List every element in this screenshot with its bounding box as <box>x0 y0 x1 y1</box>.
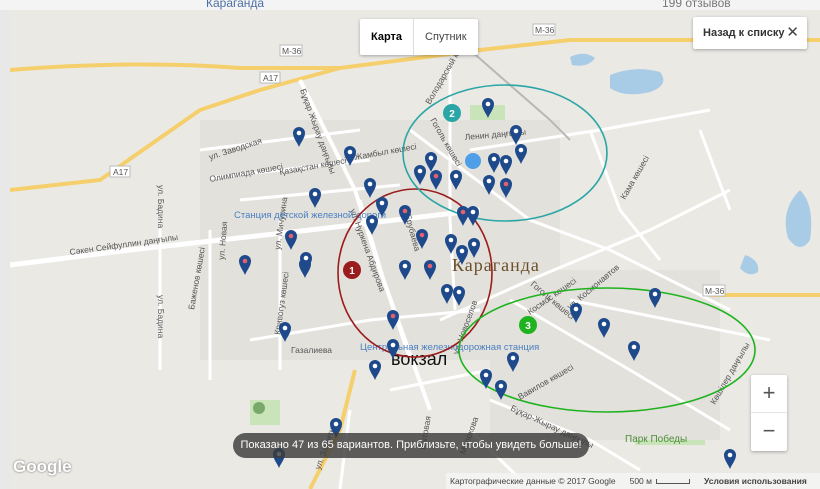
cluster-number-2: 2 <box>449 109 455 120</box>
scale-bar <box>655 478 690 484</box>
top-strip: Караганда 199 отзывов <box>0 0 820 10</box>
poi-museum-icon[interactable] <box>465 153 481 169</box>
road-label-kama: Кама көшесі <box>618 154 651 201</box>
back-to-list-label: Назад к списку <box>703 27 785 39</box>
road-label-m36-c: M-36 <box>705 286 725 296</box>
terms-link[interactable]: Условия использования <box>704 476 807 486</box>
reviews-count[interactable]: 199 отзывов <box>662 0 731 10</box>
road-label-a17-a: A17 <box>263 73 278 83</box>
road-label-badina-2: ул. Бадина <box>156 295 166 338</box>
road-label-m36-b: M-36 <box>535 25 555 35</box>
cluster-badge-1[interactable]: 1 <box>343 261 361 279</box>
map-type-switcher[interactable]: Карта Спутник <box>360 19 478 55</box>
map-type-satellite-button[interactable]: Спутник <box>414 19 477 55</box>
park-sw <box>250 400 280 425</box>
road-label-a17-b: A17 <box>113 167 128 177</box>
cluster-number-3: 3 <box>525 321 531 332</box>
status-toast: Показано 47 из 65 вариантов. Приблизьте,… <box>233 433 589 458</box>
place-link[interactable]: Караганда <box>206 0 264 10</box>
lake-east <box>785 190 812 248</box>
cluster-badge-2[interactable]: 2 <box>443 104 461 122</box>
small-lake <box>570 53 595 66</box>
poi-zoo-icon[interactable] <box>253 402 265 414</box>
vokzal-annotation: вокзал <box>391 349 447 369</box>
road-label-gazalieva: Газалиева <box>291 345 332 355</box>
lake-ne <box>610 69 664 95</box>
poi-park-pobedy: Парк Победы <box>625 433 687 445</box>
map-frame[interactable]: M-36 M-36 M-36 A17 A17 ул. Заводская Оли… <box>10 10 820 489</box>
scale-indicator[interactable]: 500 м <box>630 476 690 486</box>
cluster-number-1: 1 <box>349 266 355 277</box>
listing-marker[interactable] <box>369 360 381 380</box>
back-to-list-button[interactable]: Назад к списку ✕ <box>693 17 807 49</box>
road-label-badina-1: ул. Бадина <box>156 185 166 228</box>
zoom-out-button[interactable]: − <box>751 413 787 451</box>
zoom-control[interactable]: + − <box>751 375 787 451</box>
scale-label: 500 м <box>629 476 652 486</box>
close-icon[interactable]: ✕ <box>786 17 799 49</box>
zoom-in-button[interactable]: + <box>751 375 787 413</box>
cluster-badge-3[interactable]: 3 <box>519 316 537 334</box>
map-data-attribution[interactable]: Картографические данные © 2017 Google <box>450 476 616 486</box>
listing-marker[interactable] <box>724 449 736 469</box>
road-label-m36-a: M-36 <box>282 46 302 56</box>
map-canvas[interactable]: M-36 M-36 M-36 A17 A17 ул. Заводская Оли… <box>10 10 820 489</box>
attribution-bar: Картографические данные © 2017 Google 50… <box>446 473 820 489</box>
map-type-map-button[interactable]: Карта <box>360 19 415 55</box>
google-logo[interactable]: Google <box>13 457 72 477</box>
pond-east <box>740 255 759 275</box>
